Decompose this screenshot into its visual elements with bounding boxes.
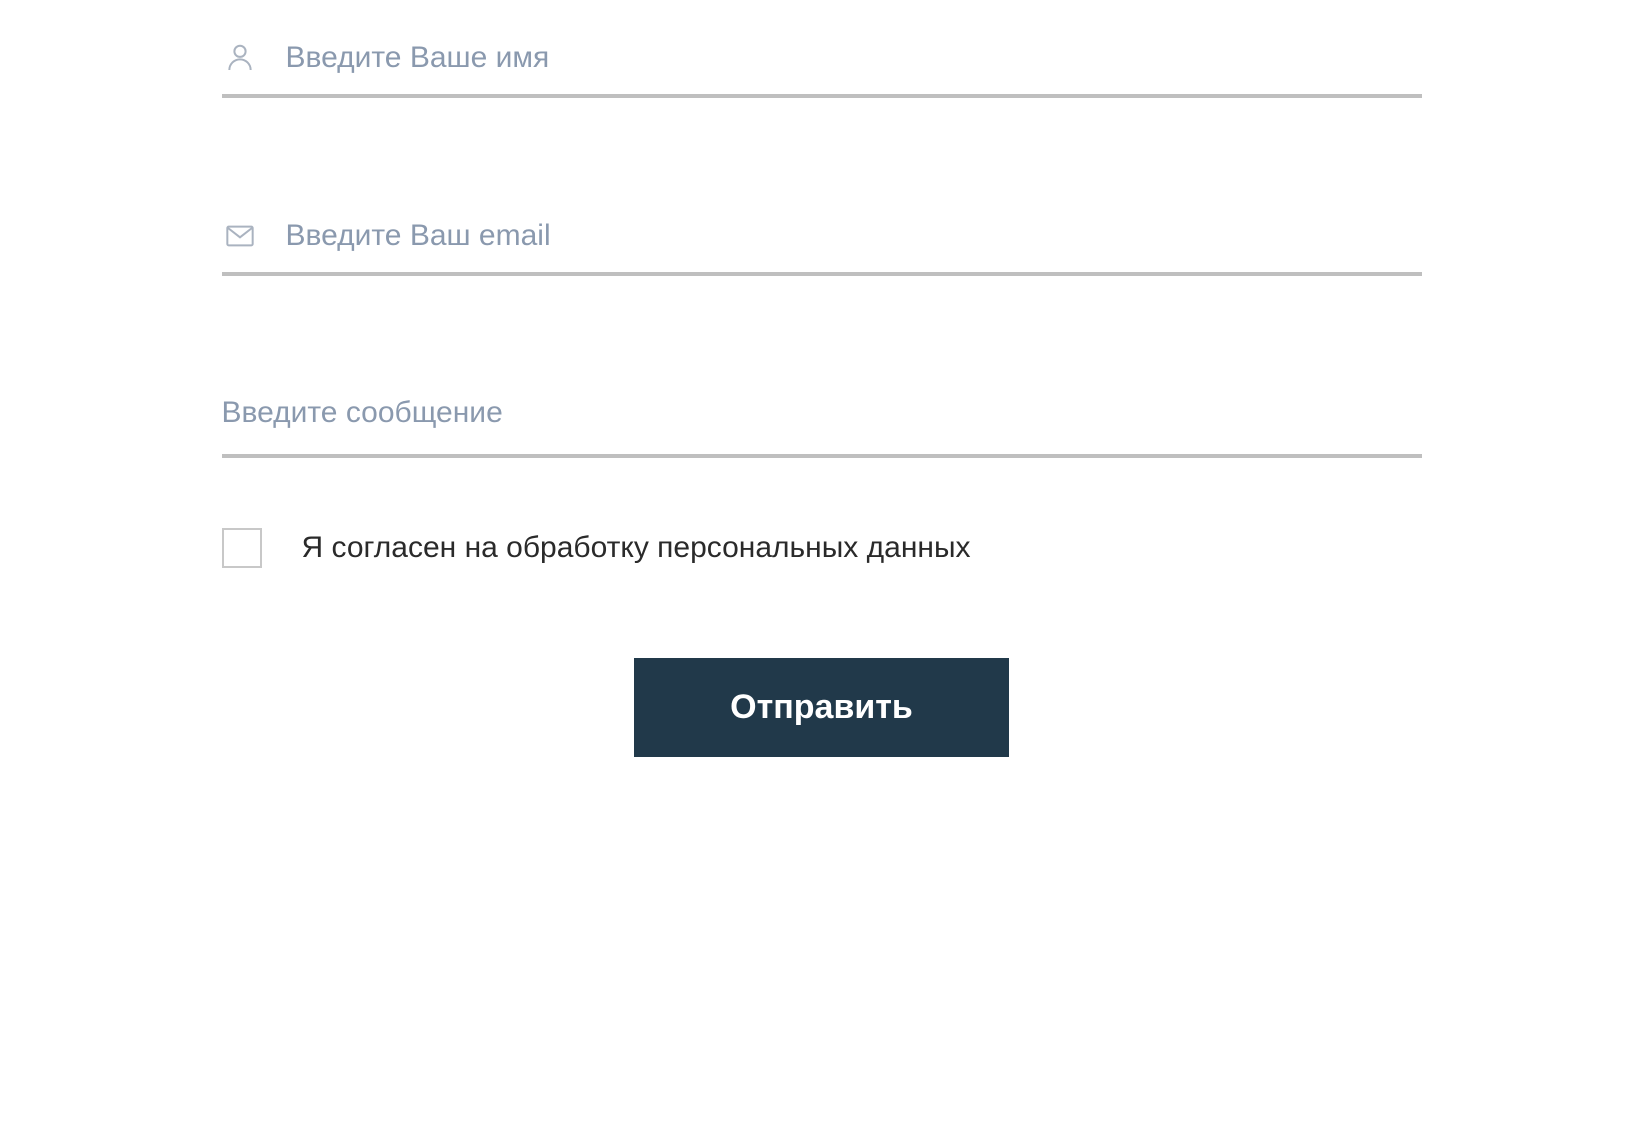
consent-checkbox[interactable]: [222, 528, 262, 568]
submit-button[interactable]: Отправить: [634, 658, 1009, 757]
name-input[interactable]: [286, 41, 1422, 75]
envelope-icon: [222, 218, 258, 254]
message-input[interactable]: [222, 396, 1422, 436]
message-field-wrapper: [222, 396, 1422, 458]
submit-row: Отправить: [222, 658, 1422, 757]
consent-label[interactable]: Я согласен на обработку персональных дан…: [302, 531, 971, 565]
name-field-wrapper: [222, 40, 1422, 98]
consent-row: Я согласен на обработку персональных дан…: [222, 528, 1422, 568]
contact-form: Я согласен на обработку персональных дан…: [222, 40, 1422, 757]
user-icon: [222, 40, 258, 76]
email-input[interactable]: [286, 219, 1422, 253]
email-field-wrapper: [222, 218, 1422, 276]
